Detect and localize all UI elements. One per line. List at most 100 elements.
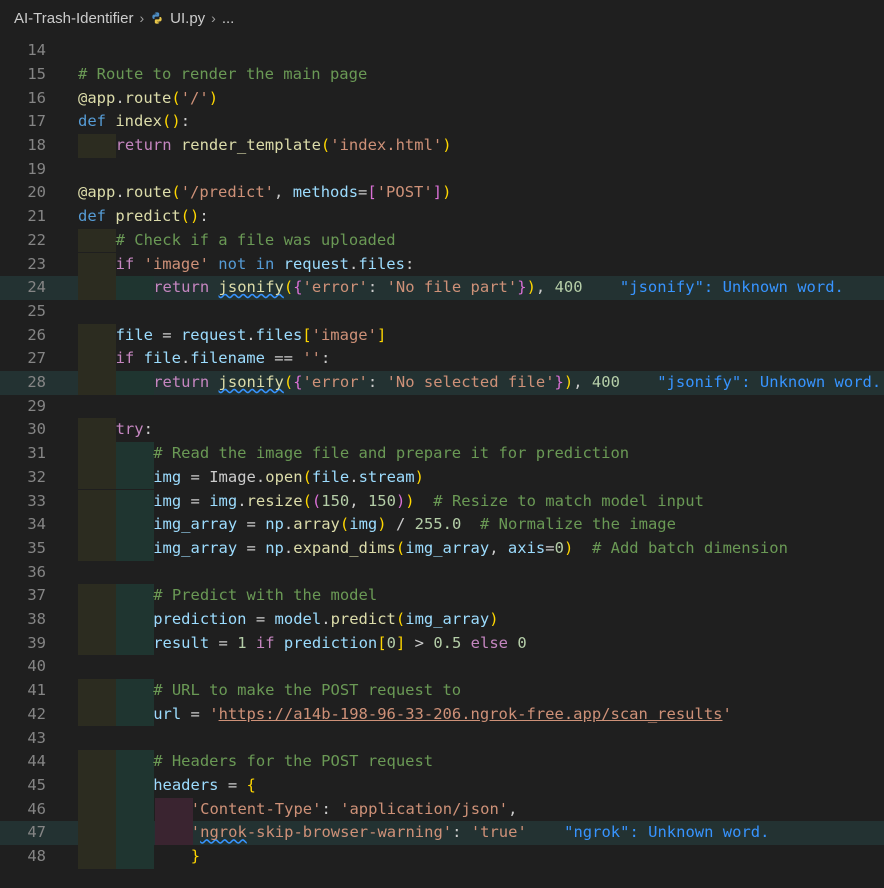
indent-guide (78, 276, 116, 300)
code-line[interactable]: 35 img_array = np.expand_dims(img_array, … (0, 536, 884, 561)
code-line[interactable]: 18 return render_template('index.html') (0, 134, 884, 158)
line-number: 34 (27, 515, 46, 534)
indent-guide (78, 252, 116, 277)
code-line[interactable]: 31 # Read the image file and prepare it f… (0, 442, 884, 466)
line-number: 42 (27, 704, 46, 723)
code-line[interactable]: 19 (0, 158, 884, 182)
indent-guide (78, 845, 116, 869)
code-line[interactable]: 33 img = img.resize((150, 150)) # Resize … (0, 489, 884, 514)
code-line[interactable]: 24 return jsonify({'error': 'No file part… (0, 276, 884, 300)
line-number: 14 (27, 41, 46, 60)
code-line[interactable]: 46 'Content-Type': 'application/json', (0, 797, 884, 822)
indent-guide (78, 821, 116, 845)
indent-guide (116, 702, 154, 727)
code-text: result = 1 if prediction[0] > 0.5 else 0 (153, 633, 527, 652)
code-line[interactable]: 48} (0, 845, 884, 869)
code-line[interactable]: 47 'ngrok-skip-browser-warning': 'true' "… (0, 821, 884, 845)
line-number: 20 (27, 183, 46, 202)
code-line[interactable]: 38 prediction = model.predict(img_array) (0, 608, 884, 632)
code-line[interactable]: 26 file = request.files['image'] (0, 323, 884, 348)
diagnostic-text: "jsonify": Unknown word. (619, 278, 844, 297)
code-text: @app.route('/') (78, 88, 219, 107)
code-line[interactable]: 41 # URL to make the POST request to (0, 679, 884, 703)
line-number: 33 (27, 491, 46, 510)
code-line[interactable]: 39 result = 1 if prediction[0] > 0.5 else… (0, 631, 884, 656)
code-line[interactable]: 36 (0, 561, 884, 585)
indent-guide (78, 608, 116, 632)
code-text: img_array = np.expand_dims(img_array, ax… (153, 538, 788, 557)
line-number: 29 (27, 396, 46, 415)
indent-guide (78, 513, 116, 537)
diagnostic-text: "jsonify": Unknown word. (657, 373, 882, 391)
line-number: 47 (27, 823, 46, 842)
indent-guide (78, 134, 116, 158)
indent-guide (116, 584, 154, 608)
indent-guide (78, 584, 116, 608)
code-line[interactable]: 22 # Check if a file was uploaded (0, 228, 884, 253)
line-number: 28 (27, 373, 46, 391)
code-editor[interactable]: 13model = load_model('model.h5')1415# Ro… (0, 20, 884, 888)
code-line[interactable]: 43 (0, 727, 884, 751)
indent-guide (116, 276, 154, 300)
code-text: # Read the image file and prepare it for… (153, 444, 630, 463)
code-line[interactable]: 45 headers = { (0, 773, 884, 798)
code-text: def index(): (78, 112, 191, 131)
code-line[interactable]: 17 def index(): (0, 110, 884, 134)
indent-guide (116, 679, 154, 703)
code-line[interactable]: 16 @app.route('/') (0, 87, 884, 111)
line-number: 37 (27, 586, 46, 605)
code-line[interactable]: 25 (0, 300, 884, 324)
code-line[interactable]: 21 def predict(): (0, 205, 884, 229)
line-number: 18 (27, 136, 46, 154)
code-line[interactable]: 40 (0, 655, 884, 679)
code-text: } (190, 847, 201, 865)
code-line[interactable]: 44 # Headers for the POST request (0, 750, 884, 774)
code-text: @app.route('/predict', methods=['POST']) (78, 183, 452, 202)
code-text: headers = { (153, 775, 256, 794)
indent-guide (116, 631, 154, 656)
chevron-right-icon: › (139, 10, 145, 26)
line-number: 39 (27, 633, 46, 652)
indent-guide (78, 773, 116, 798)
line-number: 16 (27, 88, 46, 107)
line-number: 44 (27, 752, 46, 771)
indent-guide (116, 442, 154, 466)
code-text: # Headers for the POST request (153, 752, 434, 771)
line-number: 21 (27, 207, 46, 226)
line-number: 36 (27, 562, 46, 581)
code-line[interactable]: 34 img_array = np.array(img) / 255.0 # No… (0, 513, 884, 537)
code-text: 'Content-Type': 'application/json', (190, 799, 518, 818)
indent-guide (116, 536, 154, 561)
code-text: # Route to render the main page (78, 64, 368, 83)
breadcrumb-file[interactable]: UI.py (170, 10, 205, 27)
line-number: 38 (27, 610, 46, 628)
code-line[interactable]: 29 (0, 395, 884, 419)
code-line[interactable]: 30 try: (0, 418, 884, 443)
indent-guide (116, 513, 154, 537)
line-number: 48 (27, 847, 46, 865)
breadcrumb-more[interactable]: ... (222, 10, 235, 27)
line-number: 41 (27, 681, 46, 700)
indent-guide (78, 228, 116, 253)
code-line[interactable]: 37 # Predict with the model (0, 584, 884, 608)
code-line[interactable]: 42 url = 'https://a14b-198-96-33-206.ngro… (0, 702, 884, 727)
code-line[interactable]: 32 img = Image.open(file.stream) (0, 465, 884, 490)
indent-guide (116, 845, 154, 869)
indent-guide (116, 465, 154, 490)
line-number: 45 (27, 775, 46, 794)
code-line[interactable]: 23 if 'image' not in request.files: (0, 252, 884, 277)
indent-guide (116, 489, 154, 514)
code-line[interactable]: 27 if file.filename == '': (0, 347, 884, 371)
code-line[interactable]: 28 return jsonify({'error': 'No selected … (0, 371, 884, 395)
line-number: 27 (27, 349, 46, 368)
indent-guide (116, 750, 154, 774)
indent-guide (78, 418, 116, 443)
code-text: # URL to make the POST request to (153, 681, 462, 700)
code-line[interactable]: 20 @app.route('/predict', methods=['POST'… (0, 181, 884, 205)
indent-guide (78, 702, 116, 727)
code-line[interactable]: 15 # Route to render the main page (0, 63, 884, 87)
code-text: return render_template('index.html') (115, 136, 452, 154)
line-number: 17 (27, 112, 46, 131)
breadcrumb-project[interactable]: AI-Trash-Identifier (14, 10, 133, 27)
code-line[interactable]: 14 (0, 39, 884, 63)
